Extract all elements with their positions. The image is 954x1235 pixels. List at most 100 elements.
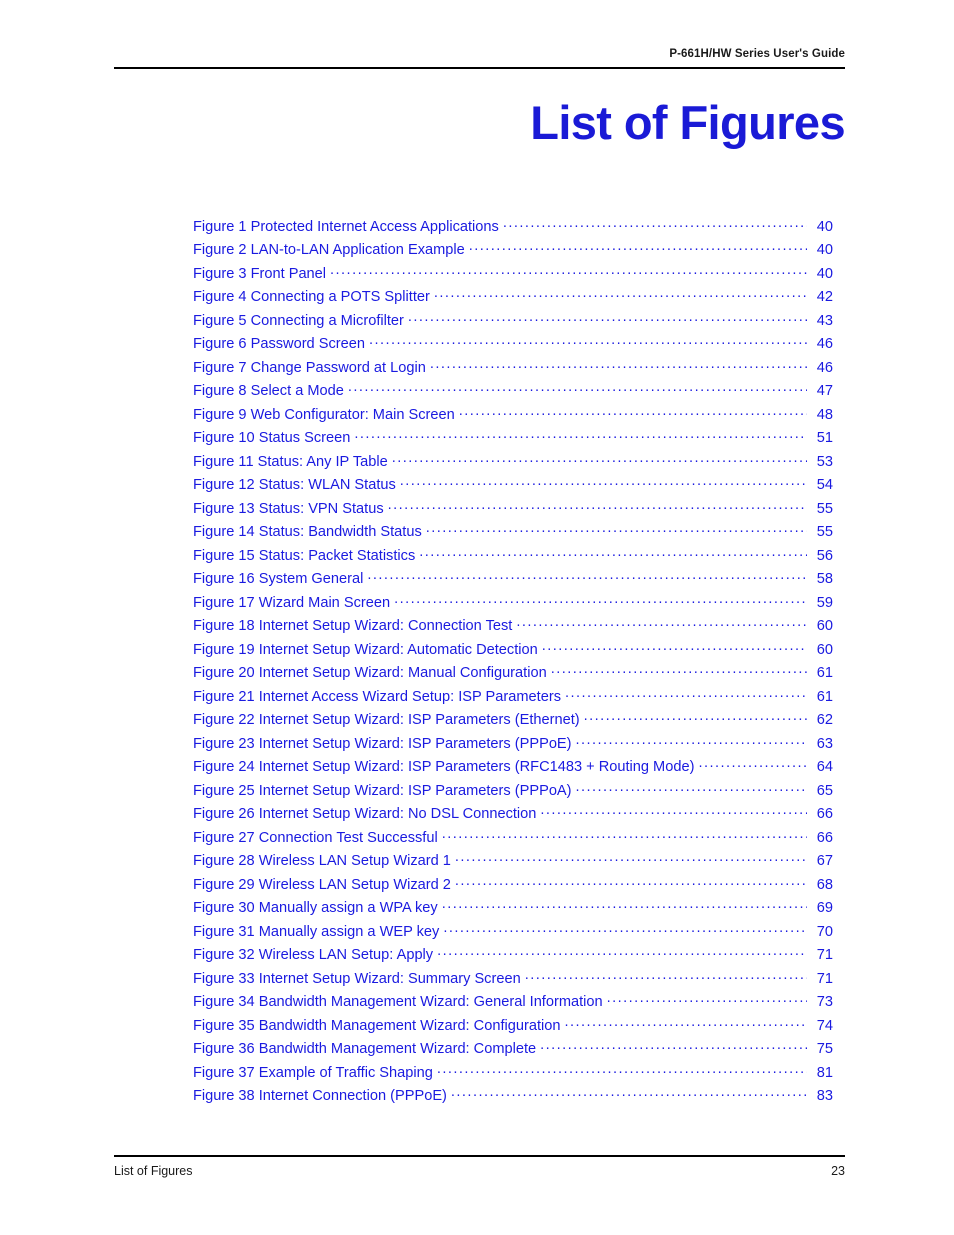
dot-leader <box>388 498 807 513</box>
list-item[interactable]: Figure 27 Connection Test Successful 66 <box>193 827 833 851</box>
figure-page-number: 66 <box>816 829 833 846</box>
dot-leader <box>516 616 807 631</box>
list-item[interactable]: Figure 14 Status: Bandwidth Status 55 <box>193 522 833 546</box>
figure-page-number: 58 <box>816 571 833 588</box>
figure-page-number: 73 <box>816 994 833 1011</box>
list-item[interactable]: Figure 36 Bandwidth Management Wizard: C… <box>193 1039 833 1063</box>
list-item[interactable]: Figure 9 Web Configurator: Main Screen 48 <box>193 404 833 428</box>
figure-caption-label: Figure 4 Connecting a POTS Splitter <box>193 289 430 306</box>
figure-caption-label: Figure 16 System General <box>193 571 364 588</box>
dot-leader <box>437 945 807 960</box>
figure-caption-label: Figure 37 Example of Traffic Shaping <box>193 1064 433 1081</box>
figure-page-number: 48 <box>816 406 833 423</box>
list-item[interactable]: Figure 2 LAN-to-LAN Application Example 4… <box>193 240 833 264</box>
figure-caption-label: Figure 8 Select a Mode <box>193 383 344 400</box>
list-item[interactable]: Figure 19 Internet Setup Wizard: Automat… <box>193 639 833 663</box>
figure-caption-label: Figure 14 Status: Bandwidth Status <box>193 524 422 541</box>
list-item[interactable]: Figure 1 Protected Internet Access Appli… <box>193 216 833 240</box>
list-item[interactable]: Figure 25 Internet Setup Wizard: ISP Par… <box>193 780 833 804</box>
figure-caption-label: Figure 34 Bandwidth Management Wizard: G… <box>193 994 603 1011</box>
dot-leader <box>442 898 807 913</box>
list-item[interactable]: Figure 17 Wizard Main Screen 59 <box>193 592 833 616</box>
dot-leader <box>459 404 807 419</box>
figure-caption-label: Figure 19 Internet Setup Wizard: Automat… <box>193 641 538 658</box>
dot-leader <box>354 428 807 443</box>
figure-caption-label: Figure 28 Wireless LAN Setup Wizard 1 <box>193 853 451 870</box>
figure-caption-label: Figure 26 Internet Setup Wizard: No DSL … <box>193 806 537 823</box>
list-item[interactable]: Figure 26 Internet Setup Wizard: No DSL … <box>193 804 833 828</box>
figure-caption-label: Figure 20 Internet Setup Wizard: Manual … <box>193 665 547 682</box>
dot-leader <box>434 287 807 302</box>
dot-leader <box>503 216 807 231</box>
dot-leader <box>540 804 807 819</box>
list-item[interactable]: Figure 21 Internet Access Wizard Setup: … <box>193 686 833 710</box>
list-item[interactable]: Figure 34 Bandwidth Management Wizard: G… <box>193 992 833 1016</box>
list-item[interactable]: Figure 16 System General 58 <box>193 569 833 593</box>
dot-leader <box>348 381 807 396</box>
list-item[interactable]: Figure 29 Wireless LAN Setup Wizard 2 68 <box>193 874 833 898</box>
dot-leader <box>408 310 807 325</box>
figure-caption-label: Figure 33 Internet Setup Wizard: Summary… <box>193 970 521 987</box>
figure-page-number: 46 <box>816 359 833 376</box>
figure-page-number: 61 <box>816 665 833 682</box>
dot-leader <box>455 874 807 889</box>
figure-page-number: 60 <box>816 618 833 635</box>
list-item[interactable]: Figure 28 Wireless LAN Setup Wizard 1 67 <box>193 851 833 875</box>
list-item[interactable]: Figure 22 Internet Setup Wizard: ISP Par… <box>193 710 833 734</box>
list-item[interactable]: Figure 10 Status Screen 51 <box>193 428 833 452</box>
figure-page-number: 74 <box>816 1017 833 1034</box>
figure-caption-label: Figure 3 Front Panel <box>193 265 327 282</box>
figure-page-number: 55 <box>816 524 833 541</box>
figure-page-number: 68 <box>816 876 833 893</box>
figure-page-number: 51 <box>816 430 833 447</box>
list-item[interactable]: Figure 11 Status: Any IP Table 53 <box>193 451 833 475</box>
list-item[interactable]: Figure 15 Status: Packet Statistics 56 <box>193 545 833 569</box>
figure-caption-label: Figure 9 Web Configurator: Main Screen <box>193 406 455 423</box>
list-item[interactable]: Figure 37 Example of Traffic Shaping 81 <box>193 1062 833 1086</box>
list-item[interactable]: Figure 35 Bandwidth Management Wizard: C… <box>193 1015 833 1039</box>
figure-page-number: 42 <box>816 289 833 306</box>
figure-caption-label: Figure 5 Connecting a Microfilter <box>193 312 404 329</box>
list-item[interactable]: Figure 32 Wireless LAN Setup: Apply 71 <box>193 945 833 969</box>
running-header: P-661H/HW Series User's Guide <box>114 48 845 69</box>
list-item[interactable]: Figure 8 Select a Mode 47 <box>193 381 833 405</box>
figure-page-number: 40 <box>816 218 833 235</box>
list-item[interactable]: Figure 33 Internet Setup Wizard: Summary… <box>193 968 833 992</box>
figure-caption-label: Figure 12 Status: WLAN Status <box>193 477 396 494</box>
list-item[interactable]: Figure 18 Internet Setup Wizard: Connect… <box>193 616 833 640</box>
list-item[interactable]: Figure 13 Status: VPN Status 55 <box>193 498 833 522</box>
list-item[interactable]: Figure 3 Front Panel 40 <box>193 263 833 287</box>
footer-section-label: List of Figures <box>114 1164 193 1178</box>
dot-leader <box>455 851 807 866</box>
figure-page-number: 83 <box>816 1088 833 1105</box>
document-page: P-661H/HW Series User's Guide List of Fi… <box>0 0 954 1235</box>
list-item[interactable]: Figure 6 Password Screen 46 <box>193 334 833 358</box>
figure-page-number: 53 <box>816 453 833 470</box>
figure-caption-label: Figure 22 Internet Setup Wizard: ISP Par… <box>193 712 580 729</box>
list-item[interactable]: Figure 30 Manually assign a WPA key 69 <box>193 898 833 922</box>
dot-leader <box>330 263 807 278</box>
figure-page-number: 65 <box>816 782 833 799</box>
list-item[interactable]: Figure 7 Change Password at Login 46 <box>193 357 833 381</box>
dot-leader <box>369 334 807 349</box>
figure-page-number: 71 <box>816 947 833 964</box>
dot-leader <box>426 522 807 537</box>
list-item[interactable]: Figure 31 Manually assign a WEP key 70 <box>193 921 833 945</box>
list-item[interactable]: Figure 38 Internet Connection (PPPoE) 83 <box>193 1086 833 1110</box>
figure-page-number: 67 <box>816 853 833 870</box>
running-header-title: P-661H/HW Series User's Guide <box>669 48 845 60</box>
list-item[interactable]: Figure 24 Internet Setup Wizard: ISP Par… <box>193 757 833 781</box>
list-item[interactable]: Figure 12 Status: WLAN Status 54 <box>193 475 833 499</box>
list-item[interactable]: Figure 4 Connecting a POTS Splitter 42 <box>193 287 833 311</box>
header-rule <box>114 66 845 69</box>
figure-caption-label: Figure 17 Wizard Main Screen <box>193 594 391 611</box>
list-item[interactable]: Figure 23 Internet Setup Wizard: ISP Par… <box>193 733 833 757</box>
dot-leader <box>367 569 807 584</box>
list-item[interactable]: Figure 20 Internet Setup Wizard: Manual … <box>193 663 833 687</box>
figure-caption-label: Figure 7 Change Password at Login <box>193 359 426 376</box>
figure-page-number: 60 <box>816 641 833 658</box>
footer-row: List of Figures 23 <box>114 1157 845 1178</box>
list-item[interactable]: Figure 5 Connecting a Microfilter 43 <box>193 310 833 334</box>
dot-leader <box>442 827 807 842</box>
figure-caption-label: Figure 38 Internet Connection (PPPoE) <box>193 1088 447 1105</box>
